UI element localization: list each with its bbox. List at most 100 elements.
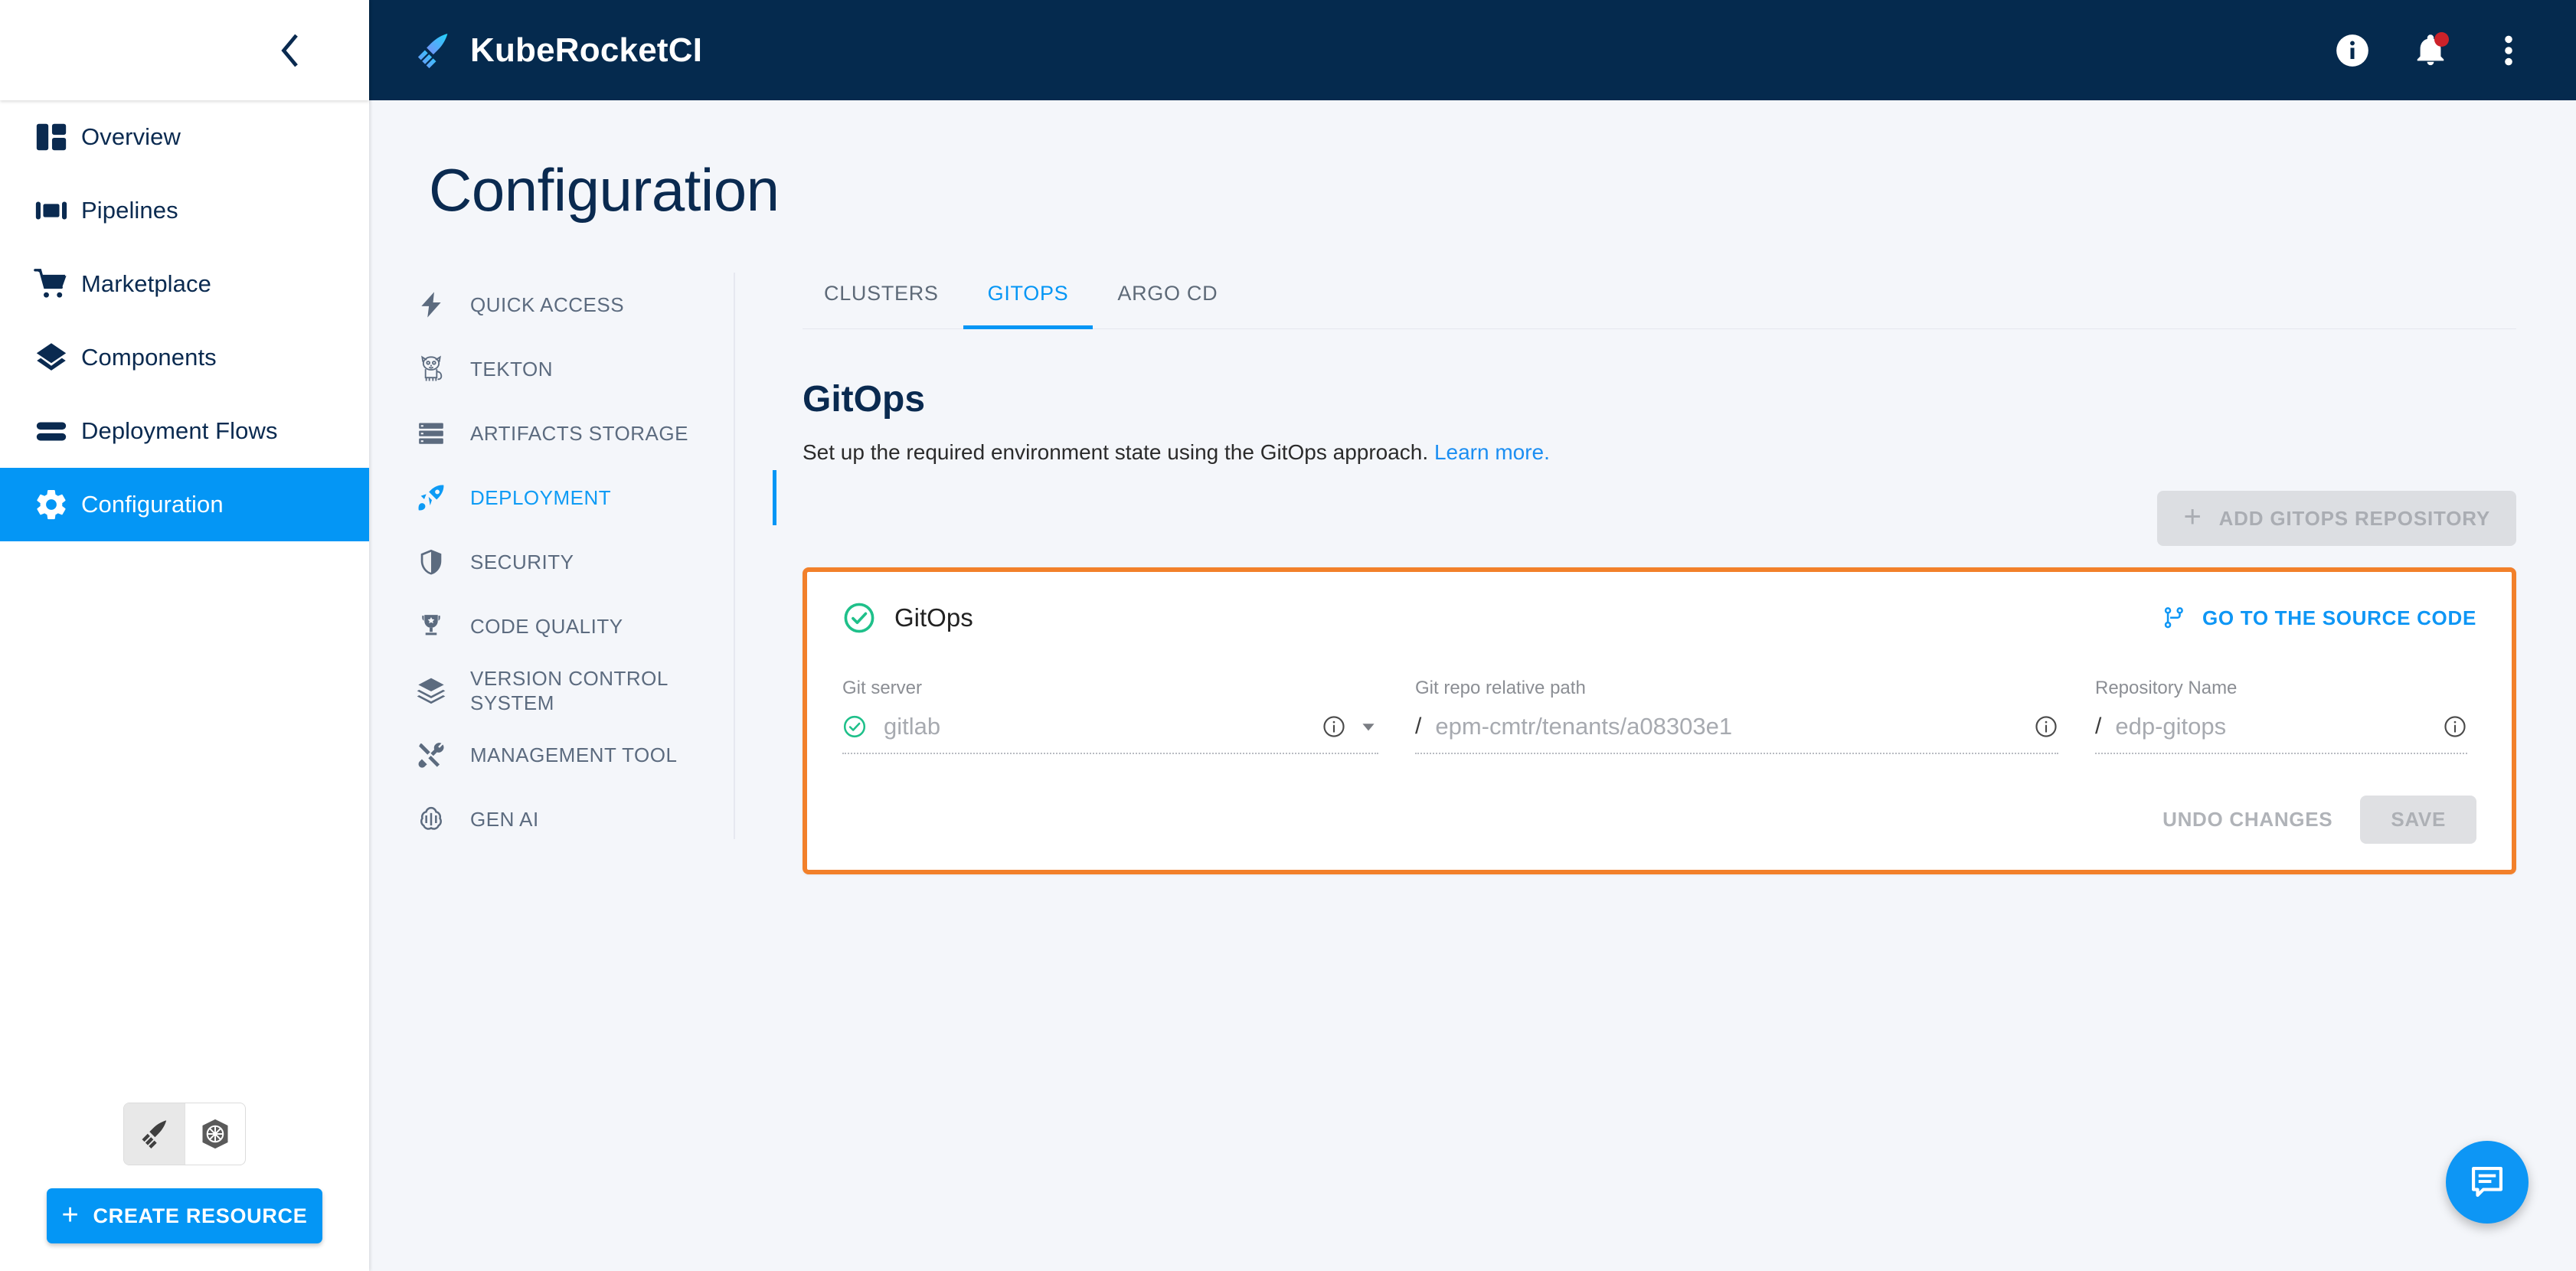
info-outline-icon[interactable] xyxy=(2443,714,2467,739)
undo-changes-button[interactable]: Undo changes xyxy=(2143,796,2352,844)
stacked-bars-icon xyxy=(23,413,81,449)
gear-icon xyxy=(23,487,81,522)
check-circle-icon xyxy=(842,714,867,739)
sidebar-item-marketplace[interactable]: Marketplace xyxy=(0,247,369,321)
kebab-menu-icon[interactable] xyxy=(2489,31,2529,70)
git-server-input[interactable]: gitlab xyxy=(842,713,1378,754)
main-content: Configuration Quick Access xyxy=(369,100,2576,1271)
subnav-item-artifacts-storage[interactable]: Artifacts Storage xyxy=(410,401,735,466)
subnav-item-label: Quick Access xyxy=(470,292,625,316)
chat-fab-button[interactable] xyxy=(2446,1141,2529,1224)
repository-name-label: Repository Name xyxy=(2095,678,2238,698)
git-repo-relative-path-label: Git repo relative path xyxy=(1415,678,1586,698)
rocket-feather-logo-icon xyxy=(417,33,448,68)
subnav-item-label: Version Control System xyxy=(470,666,668,714)
info-outline-icon[interactable] xyxy=(2034,714,2058,739)
sidebar-item-label: Deployment Flows xyxy=(81,417,278,444)
bell-icon[interactable] xyxy=(2411,31,2450,70)
sidebar-item-label: Pipelines xyxy=(81,197,178,224)
layers-icon xyxy=(410,675,452,706)
add-gitops-repository-button[interactable]: + Add GitOps Repository xyxy=(2157,491,2516,546)
git-server-label: Git server xyxy=(842,678,923,698)
sidebar-footer: + Create resource xyxy=(0,1103,369,1271)
sidebar-collapse-button[interactable] xyxy=(266,28,312,74)
subnav-item-label: Code Quality xyxy=(470,614,623,638)
mode-toggle-group[interactable] xyxy=(123,1103,246,1165)
gitops-card: GitOps Go to the source code xyxy=(803,567,2516,874)
info-outline-icon[interactable] xyxy=(1322,714,1346,739)
chevron-left-icon xyxy=(281,34,298,67)
gitops-card-title: GitOps xyxy=(894,603,973,632)
subnav-item-code-quality[interactable]: Code Quality xyxy=(410,594,735,658)
sidebar-item-deployment-flows[interactable]: Deployment Flows xyxy=(0,394,369,468)
subnav-item-label: Deployment xyxy=(470,485,612,509)
save-button[interactable]: Save xyxy=(2360,796,2476,844)
openai-swirl-icon xyxy=(410,804,452,835)
slash-prefix: / xyxy=(1415,714,1422,739)
subnav-item-security[interactable]: Security xyxy=(410,530,735,594)
git-repo-relative-path-input[interactable]: / epm-cmtr/tenants/a08303e1 xyxy=(1415,713,2058,754)
git-repo-relative-path-adornments xyxy=(2034,714,2058,739)
deployment-panel: Clusters GitOps Argo CD GitOps Set up th… xyxy=(735,273,2576,874)
git-repo-relative-path-value: epm-cmtr/tenants/a08303e1 xyxy=(1435,713,1733,740)
page-title: Configuration xyxy=(429,156,780,224)
sidebar-item-components[interactable]: Components xyxy=(0,321,369,394)
pipelines-icon xyxy=(23,193,81,228)
sidebar-item-label: Overview xyxy=(81,123,181,150)
section-description: Set up the required environment state us… xyxy=(803,440,2516,465)
subnav-item-label: Gen AI xyxy=(470,807,539,831)
gitops-card-header: GitOps Go to the source code xyxy=(842,601,2476,635)
cart-icon xyxy=(23,266,81,302)
kubernetes-helm-icon xyxy=(202,1119,228,1149)
tab-argo-cd[interactable]: Argo CD xyxy=(1093,273,1242,328)
app-root: Overview Pipelines Marketplace Component… xyxy=(0,0,2576,1271)
subnav-item-management-tool[interactable]: Management Tool xyxy=(410,723,735,787)
tab-bar: Clusters GitOps Argo CD xyxy=(803,273,2516,329)
learn-more-link[interactable]: Learn more. xyxy=(1434,440,1550,464)
sidebar-item-label: Marketplace xyxy=(81,270,211,297)
sidebar-item-configuration[interactable]: Configuration xyxy=(0,468,369,541)
brand-title: KubeRocketCI xyxy=(470,31,703,69)
lightning-bolt-icon xyxy=(410,290,452,319)
subnav-item-deployment[interactable]: Deployment xyxy=(410,466,776,530)
go-to-source-code-link[interactable]: Go to the source code xyxy=(2161,605,2476,631)
info-circle-icon[interactable] xyxy=(2332,31,2372,70)
git-server-field: Git server gitlab xyxy=(842,678,1378,754)
repository-name-adornments xyxy=(2443,714,2467,739)
git-server-value: gitlab xyxy=(884,713,941,740)
subnav-item-version-control-system[interactable]: Version Control System xyxy=(410,658,735,723)
notification-badge xyxy=(2434,31,2449,47)
subnav-item-gen-ai[interactable]: Gen AI xyxy=(410,787,735,851)
mode-toggle-kuberocketci[interactable] xyxy=(124,1103,185,1165)
tab-gitops[interactable]: GitOps xyxy=(963,273,1093,329)
git-repo-relative-path-field: Git repo relative path / epm-cmtr/tenant… xyxy=(1415,678,2058,754)
sidebar-item-overview[interactable]: Overview xyxy=(0,100,369,174)
configuration-subnav: Quick Access Tekto xyxy=(369,273,776,874)
kuberocketci-logo-icon xyxy=(142,1120,166,1148)
content-row: Quick Access Tekto xyxy=(369,273,2576,874)
subnav-item-label: Tekton xyxy=(470,357,553,381)
section-title: GitOps xyxy=(803,379,926,420)
brand-home-link[interactable]: KubeRocketCI xyxy=(369,30,702,71)
caret-down-icon[interactable] xyxy=(1358,717,1378,737)
subnav-item-tekton[interactable]: Tekton xyxy=(410,337,735,401)
rocket-icon xyxy=(410,482,452,513)
sidebar-item-pipelines[interactable]: Pipelines xyxy=(0,174,369,247)
plus-icon: + xyxy=(61,1198,80,1231)
shield-icon xyxy=(410,547,452,577)
mode-toggle-kubernetes[interactable] xyxy=(185,1103,245,1165)
repository-name-value: edp-gitops xyxy=(2115,713,2227,740)
subnav-item-quick-access[interactable]: Quick Access xyxy=(410,273,735,337)
tools-icon xyxy=(410,740,452,769)
top-header: KubeRocketCI xyxy=(369,0,2576,100)
create-resource-button[interactable]: + Create resource xyxy=(47,1188,322,1243)
trophy-icon xyxy=(410,612,452,641)
gitops-card-actions: Undo changes Save xyxy=(842,796,2476,844)
go-to-source-code-label: Go to the source code xyxy=(2202,606,2476,629)
repository-name-input[interactable]: / edp-gitops xyxy=(2095,713,2467,754)
layers-diamond-icon xyxy=(23,340,81,375)
subnav-item-label: Artifacts Storage xyxy=(470,421,688,445)
gitops-card-wrap: GitOps Go to the source code xyxy=(803,567,2516,874)
tab-clusters[interactable]: Clusters xyxy=(799,273,963,328)
tekton-cat-icon xyxy=(410,354,452,384)
